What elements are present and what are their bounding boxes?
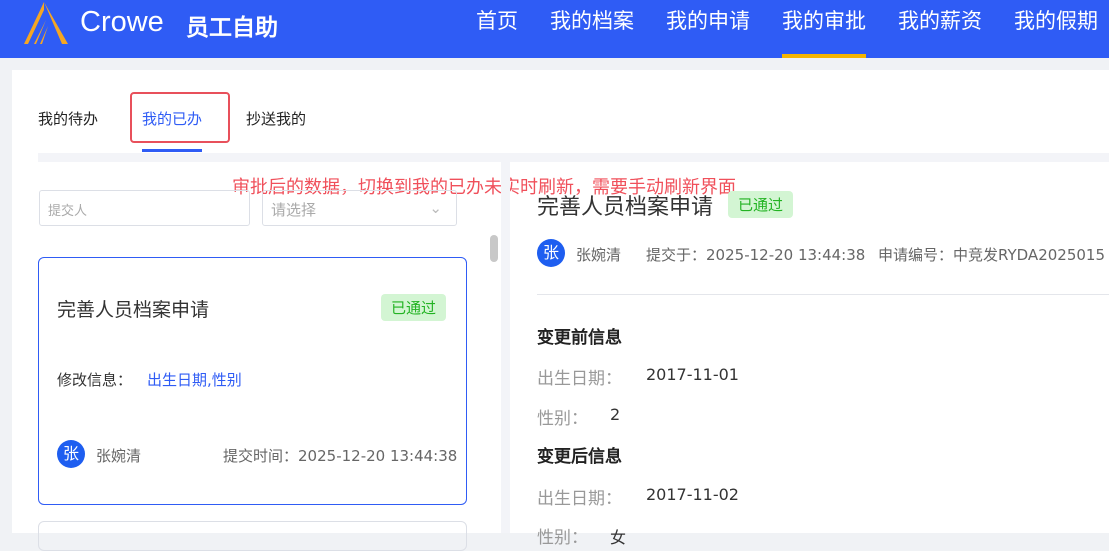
nav-my-profile[interactable]: 我的档案 [550, 0, 634, 58]
status-select-placeholder: 请选择 [271, 201, 317, 219]
highlight-box [130, 92, 230, 143]
status-select[interactable]: 请选择 ⌄ [262, 190, 457, 226]
before-gender-value: 2 [610, 405, 621, 424]
after-gender-value: 女 [610, 528, 627, 547]
main-nav: 首页 我的档案 我的申请 我的审批 我的薪资 我的假期 [476, 0, 1098, 58]
item-title: 完善人员档案申请 [57, 299, 210, 321]
app-title: 员工自助 [186, 15, 278, 41]
list-item[interactable]: 完善人员档案申请 已通过 修改信息： 出生日期,性别 张 张婉清 提交时间：20… [38, 257, 467, 505]
brand-name: Crowe [80, 6, 164, 38]
modify-value: 出生日期,性别 [147, 371, 242, 389]
submitted-value: 2025-12-20 13:44:38 [706, 246, 866, 264]
nav-home[interactable]: 首页 [476, 0, 518, 58]
list-item[interactable] [38, 521, 467, 551]
tab-todo[interactable]: 我的待办 [38, 108, 98, 129]
submit-time-label: 提交时间： [223, 447, 299, 465]
detail-divider [537, 294, 1109, 295]
detail-submitted: 提交于：2025-12-20 13:44:38 [646, 244, 865, 265]
status-badge: 已通过 [381, 294, 447, 321]
nav-my-leave[interactable]: 我的假期 [1014, 0, 1098, 58]
nav-my-approvals[interactable]: 我的审批 [782, 0, 866, 58]
chevron-down-icon: ⌄ [429, 199, 442, 217]
after-title: 变更后信息 [537, 447, 622, 467]
panel-divider [501, 162, 510, 533]
top-bar: Crowe 员工自助 首页 我的档案 我的申请 我的审批 我的薪资 我的假期 [0, 0, 1109, 58]
application-no-value: 中竞发RYDA2025015 [953, 246, 1105, 264]
submit-time-value: 2025-12-20 13:44:38 [298, 447, 458, 465]
tab-cc[interactable]: 抄送我的 [246, 108, 306, 129]
after-birth-value: 2017-11-02 [646, 485, 739, 504]
list-scrollbar[interactable] [490, 235, 498, 262]
detail-avatar: 张 [537, 239, 565, 267]
nav-my-requests[interactable]: 我的申请 [666, 0, 750, 58]
detail-status-badge: 已通过 [728, 191, 794, 218]
before-gender-label: 性别： [537, 409, 588, 429]
divider [38, 153, 1109, 162]
detail-title: 完善人员档案申请 [537, 195, 714, 220]
before-birth-label: 出生日期： [537, 369, 622, 389]
submitted-label: 提交于： [646, 246, 707, 264]
application-no-label: 申请编号： [878, 246, 954, 264]
submitter-name: 张婉清 [96, 447, 142, 465]
after-gender-label: 性别： [537, 528, 588, 548]
crowe-logo-icon [24, 2, 68, 44]
avatar: 张 [57, 440, 85, 468]
before-title: 变更前信息 [537, 328, 622, 348]
detail-application-no: 申请编号：中竞发RYDA2025015 [878, 244, 1105, 265]
submitter-input[interactable]: 提交人 [39, 190, 250, 226]
detail-name: 张婉清 [576, 246, 622, 264]
nav-my-salary[interactable]: 我的薪资 [898, 0, 982, 58]
submit-time: 提交时间：2025-12-20 13:44:38 [223, 445, 457, 466]
after-birth-label: 出生日期： [537, 489, 622, 509]
modify-label: 修改信息： [57, 371, 133, 389]
before-birth-value: 2017-11-01 [646, 365, 739, 384]
